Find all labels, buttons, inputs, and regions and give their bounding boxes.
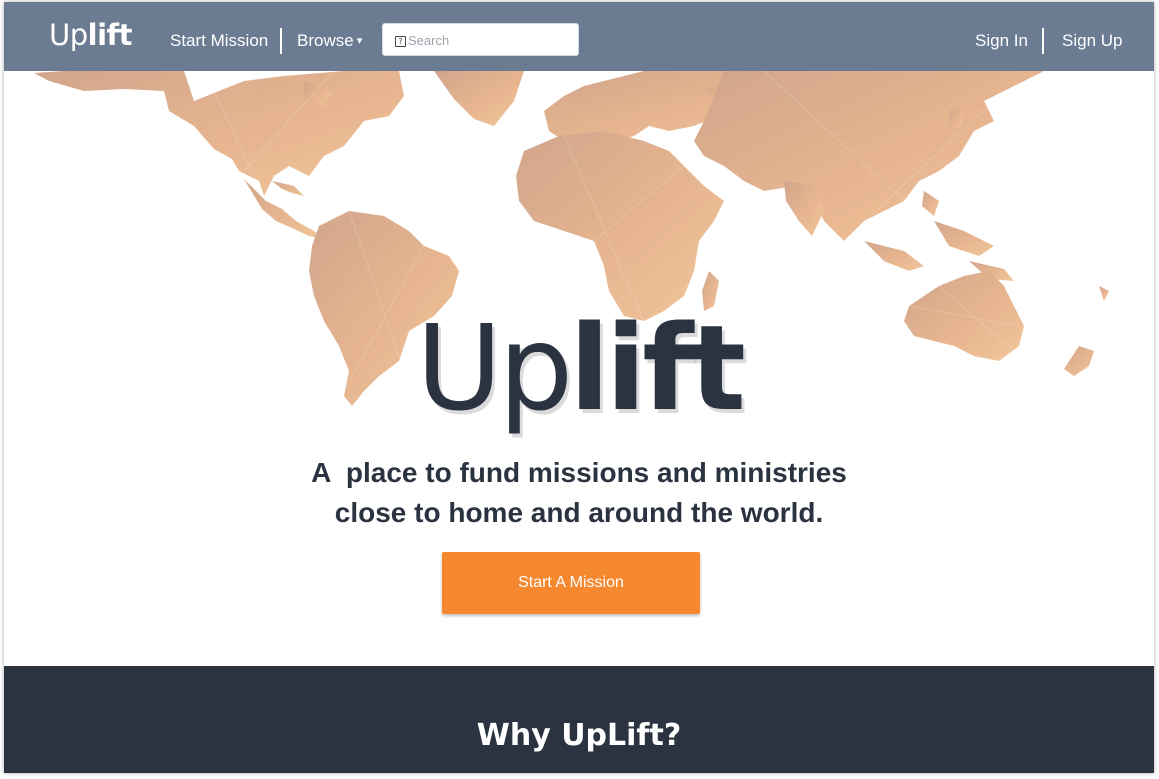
page-frame: Uplift Start Mission Browse▾ ? Sign In S… — [4, 2, 1154, 773]
nav-divider — [1042, 28, 1044, 54]
india-shape — [784, 181, 824, 236]
sign-in-link[interactable]: Sign In — [975, 31, 1028, 51]
hero-section: Uplift A place to fund missions and mini… — [4, 71, 1154, 666]
hero-logo-light: Up — [416, 299, 573, 437]
sign-up-link[interactable]: Sign Up — [1062, 31, 1122, 51]
search-icon: ? — [395, 36, 406, 47]
chevron-down-icon: ▾ — [356, 35, 363, 47]
nav-logo-light: Up — [49, 18, 88, 52]
tagline-line-1: A place to fund missions and ministries — [311, 457, 847, 488]
why-uplift-section: Why UpLift? — [4, 666, 1154, 773]
africa-shape — [516, 131, 724, 321]
asia-shape — [694, 71, 1044, 241]
browse-label: Browse — [297, 31, 354, 50]
tagline-line-2: close to home and around the world. — [334, 497, 824, 528]
search-field[interactable]: ? — [382, 23, 579, 56]
nav-logo-bold: lift — [87, 18, 133, 52]
start-mission-link[interactable]: Start Mission — [170, 31, 268, 51]
north-america-shape — [34, 71, 404, 196]
section-title: Why UpLift? — [476, 718, 682, 753]
search-input[interactable] — [408, 30, 573, 50]
hero-logo-bold: lift — [569, 299, 746, 437]
start-a-mission-button[interactable]: Start A Mission — [442, 552, 700, 614]
hero-tagline: A place to fund missions and ministries … — [4, 453, 1154, 533]
hero-logo: Uplift — [4, 303, 1154, 433]
nav-divider — [280, 28, 282, 54]
top-navbar: Uplift Start Mission Browse▾ ? Sign In S… — [4, 2, 1154, 71]
nav-logo[interactable]: Uplift — [49, 18, 133, 52]
browse-menu[interactable]: Browse ▾ — [297, 31, 362, 51]
